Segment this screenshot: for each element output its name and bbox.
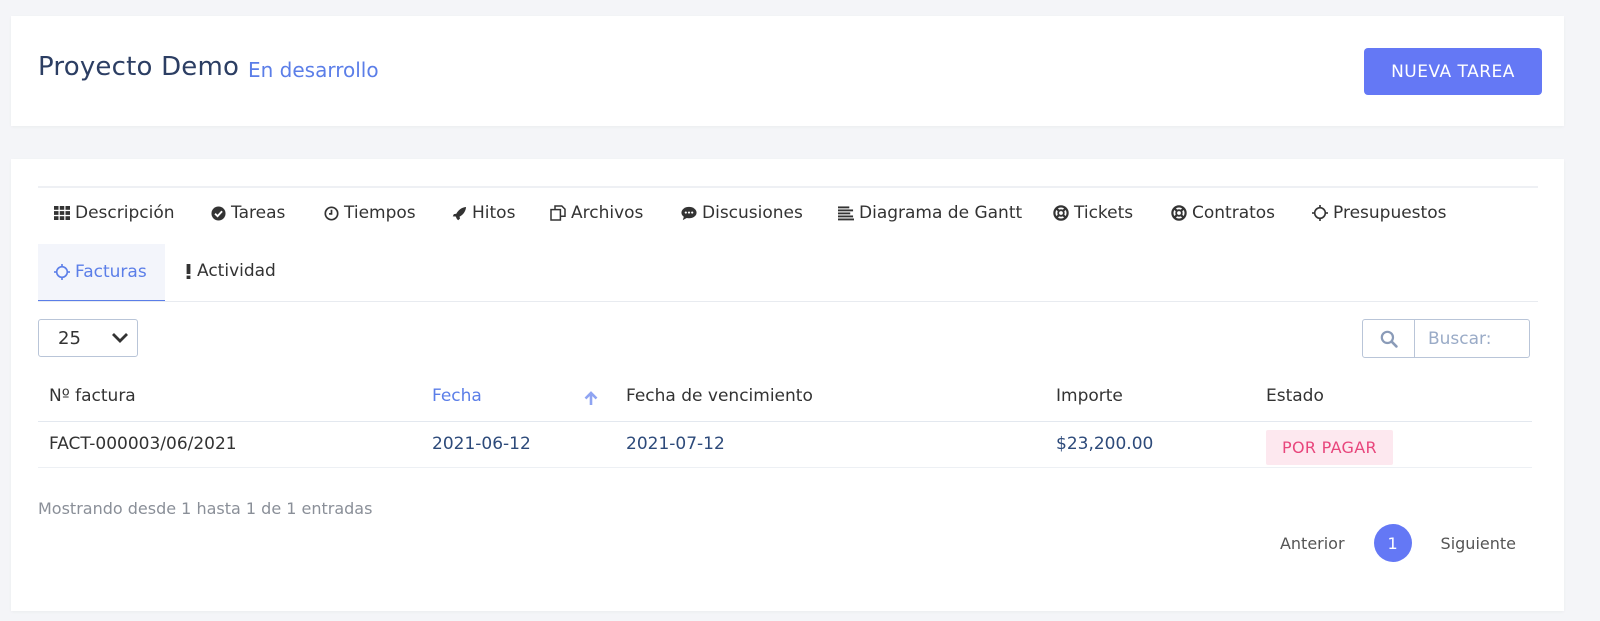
tab-label: Facturas: [75, 262, 147, 282]
life-ring-icon: [1053, 205, 1069, 221]
grid-icon: [54, 205, 70, 221]
invoice-status-cell: POR PAGAR: [1255, 421, 1532, 468]
align-left-icon: [838, 205, 854, 221]
page-title: Proyecto Demo: [38, 52, 240, 82]
sun-icon: [1312, 205, 1328, 221]
files-icon: [550, 205, 566, 221]
project-header: Proyecto Demo En desarrollo NUEVA TAREA: [11, 16, 1564, 126]
tab-contratos[interactable]: Contratos: [1171, 201, 1275, 225]
column-header-due-date[interactable]: Fecha de vencimiento: [615, 371, 1045, 422]
invoices-table: Nº factura Fecha Fecha de vencimiento Im…: [38, 371, 1532, 468]
current-page-button[interactable]: 1: [1373, 524, 1412, 562]
invoice-amount: $23,200.00: [1045, 421, 1255, 468]
tab-tareas[interactable]: Tareas: [210, 201, 285, 225]
sort-arrow-up-icon: [583, 390, 599, 411]
tab-label: Contratos: [1192, 203, 1276, 223]
pagination: Anterior 1 Siguiente: [1266, 524, 1530, 562]
tab-hitos[interactable]: Hitos: [451, 201, 515, 225]
table-row: FACT-000003/06/2021 2021-06-12 2021-07-1…: [38, 421, 1532, 468]
table-info: Mostrando desde 1 hasta 1 de 1 entradas: [38, 499, 373, 518]
search-box: [1362, 319, 1530, 358]
tabs-divider: [38, 186, 1538, 188]
search-input[interactable]: [1415, 320, 1529, 357]
column-header-label: Fecha: [432, 385, 482, 406]
table-header-row: Nº factura Fecha Fecha de vencimiento Im…: [38, 371, 1532, 422]
exclamation-icon: [185, 263, 192, 279]
tab-actividad[interactable]: Actividad: [185, 259, 276, 283]
tab-archivos[interactable]: Archivos: [550, 201, 643, 225]
project-content: Descripción Tareas Tiempos Hitos Archivo…: [11, 159, 1564, 611]
new-task-button[interactable]: NUEVA TAREA: [1364, 48, 1542, 95]
tab-label: Actividad: [197, 261, 276, 281]
tab-label: Diagrama de Gantt: [859, 203, 1023, 223]
tabs-divider: [38, 301, 1538, 302]
tab-label: Archivos: [571, 203, 644, 223]
tab-tiempos[interactable]: Tiempos: [323, 201, 416, 225]
page-size-value: 25: [58, 327, 81, 349]
tab-label: Tickets: [1074, 203, 1134, 223]
check-circle-icon: [210, 205, 226, 221]
prev-page-button[interactable]: Anterior: [1266, 534, 1359, 553]
tab-label: Hitos: [472, 203, 516, 223]
column-header-number[interactable]: Nº factura: [38, 371, 421, 422]
tab-descripcion[interactable]: Descripción: [54, 201, 175, 225]
clock-icon: [323, 205, 339, 221]
tab-discusiones[interactable]: Discusiones: [681, 201, 803, 225]
invoice-date: 2021-06-12: [421, 421, 615, 468]
tab-gantt[interactable]: Diagrama de Gantt: [838, 201, 1022, 225]
invoice-due-date: 2021-07-12: [615, 421, 1045, 468]
rocket-icon: [451, 205, 467, 221]
next-page-button[interactable]: Siguiente: [1427, 534, 1530, 553]
invoice-number[interactable]: FACT-000003/06/2021: [38, 421, 421, 468]
status-badge: POR PAGAR: [1266, 429, 1393, 465]
sun-icon: [54, 264, 70, 280]
search-icon[interactable]: [1363, 320, 1415, 357]
column-header-amount[interactable]: Importe: [1045, 371, 1255, 422]
page-size-select[interactable]: 25: [38, 319, 138, 357]
tab-label: Presupuestos: [1333, 203, 1447, 223]
chat-bubble-icon: [681, 205, 697, 221]
chevron-down-icon: [111, 328, 129, 349]
tab-label: Tiempos: [344, 203, 416, 223]
project-status: En desarrollo: [248, 58, 379, 82]
tab-label: Discusiones: [702, 203, 803, 223]
column-header-date[interactable]: Fecha: [421, 371, 615, 422]
life-ring-icon: [1171, 205, 1187, 221]
tab-label: Descripción: [75, 203, 175, 223]
column-header-status[interactable]: Estado: [1255, 371, 1532, 422]
tab-label: Tareas: [231, 203, 286, 223]
tab-facturas[interactable]: Facturas: [38, 244, 165, 302]
tab-tickets[interactable]: Tickets: [1053, 201, 1133, 225]
tab-presupuestos[interactable]: Presupuestos: [1312, 201, 1446, 225]
